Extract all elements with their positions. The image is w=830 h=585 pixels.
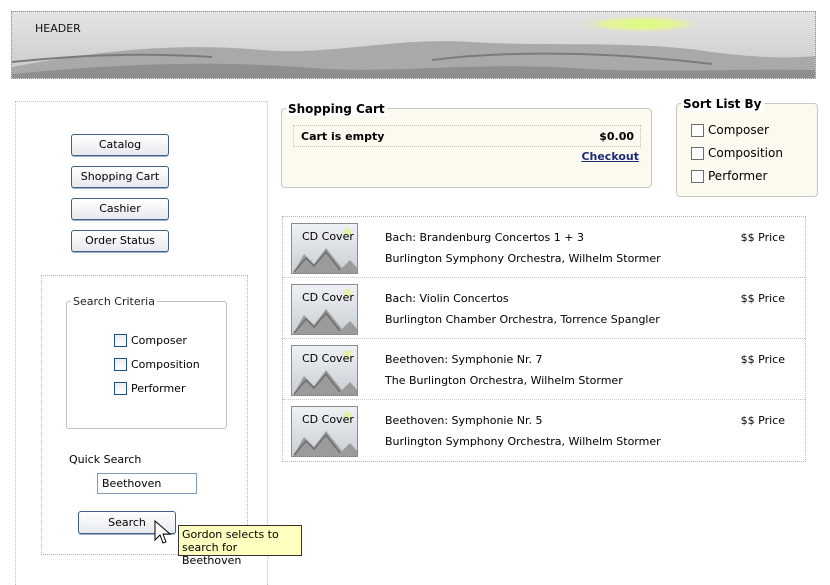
left-sidebar: Catalog Shopping Cart Cashier Order Stat… (15, 101, 268, 585)
album-price: $$ Price (740, 292, 785, 305)
criteria-composer-option[interactable]: Composer (114, 332, 187, 348)
cart-total: $0.00 (599, 130, 634, 143)
result-item[interactable]: CD Cover Bach: Violin Concertos Burlingt… (283, 278, 805, 339)
criteria-performer-option[interactable]: Performer (114, 380, 185, 396)
cd-cover-image: CD Cover (291, 284, 358, 335)
cashier-button[interactable]: Cashier (71, 198, 169, 220)
album-title: Bach: Violin Concertos (385, 292, 509, 305)
sort-composer-checkbox[interactable] (691, 123, 704, 137)
album-artist: Burlington Symphony Orchestra, Wilhelm S… (385, 435, 661, 448)
tooltip-line-1: Gordon selects to (182, 528, 279, 541)
shopping-cart-panel: Shopping Cart Cart is empty $0.00 Checko… (281, 102, 652, 188)
header-banner: HEADER (11, 11, 816, 79)
result-item[interactable]: CD Cover Beethoven: Symphonie Nr. 7 The … (283, 339, 805, 400)
sort-performer-checkbox[interactable] (691, 169, 704, 183)
sort-composition-checkbox[interactable] (691, 146, 704, 160)
album-artist: Burlington Chamber Orchestra, Torrence S… (385, 313, 660, 326)
composition-label: Composition (131, 357, 200, 371)
cd-cover-label: CD Cover (302, 352, 354, 365)
result-item[interactable]: CD Cover Bach: Brandenburg Concertos 1 +… (283, 217, 805, 278)
shopping-cart-title: Shopping Cart (286, 102, 387, 116)
sort-performer-label: Performer (708, 169, 768, 183)
cd-cover-image: CD Cover (291, 223, 358, 274)
order-status-button[interactable]: Order Status (71, 230, 169, 252)
composition-checkbox[interactable] (114, 357, 127, 371)
annotation-tooltip: Gordon selects to search for Beethoven (178, 525, 302, 567)
composer-checkbox[interactable] (114, 333, 127, 347)
sort-list-panel: Sort List By Composer Composition Perfor… (676, 97, 818, 197)
cd-cover-image: CD Cover (291, 406, 358, 457)
quick-search-input[interactable] (97, 473, 197, 494)
performer-label: Performer (131, 381, 186, 395)
performer-checkbox[interactable] (114, 381, 127, 395)
album-title: Beethoven: Symphonie Nr. 7 (385, 353, 543, 366)
album-artist: Burlington Symphony Orchestra, Wilhelm S… (385, 252, 661, 265)
search-criteria-title: Search Criteria (71, 295, 157, 308)
composer-label: Composer (131, 333, 187, 347)
sort-list-title: Sort List By (681, 97, 764, 111)
checkout-link[interactable]: Checkout (581, 150, 639, 163)
search-panel: Search Criteria Composer Composition Per… (41, 275, 248, 555)
album-title: Bach: Brandenburg Concertos 1 + 3 (385, 231, 584, 244)
album-price: $$ Price (740, 353, 785, 366)
sort-composer-label: Composer (708, 123, 769, 137)
sort-composition-option[interactable]: Composition (691, 146, 783, 160)
cd-cover-label: CD Cover (302, 230, 354, 243)
tooltip-line-2: search for Beethoven (182, 541, 242, 567)
album-price: $$ Price (740, 414, 785, 427)
results-list: CD Cover Bach: Brandenburg Concertos 1 +… (282, 216, 806, 462)
criteria-composition-option[interactable]: Composition (114, 356, 200, 372)
header-landscape-image (12, 12, 815, 78)
sort-composition-label: Composition (708, 146, 783, 160)
quick-search-label: Quick Search (69, 453, 142, 466)
album-price: $$ Price (740, 231, 785, 244)
cart-status: Cart is empty (301, 130, 385, 143)
result-item[interactable]: CD Cover Beethoven: Symphonie Nr. 5 Burl… (283, 400, 805, 461)
header-text: HEADER (35, 22, 81, 35)
cd-cover-label: CD Cover (302, 291, 354, 304)
cd-cover-image: CD Cover (291, 345, 358, 396)
album-title: Beethoven: Symphonie Nr. 5 (385, 414, 543, 427)
cd-cover-label: CD Cover (302, 413, 354, 426)
sort-composer-option[interactable]: Composer (691, 123, 769, 137)
shopping-cart-button[interactable]: Shopping Cart (71, 166, 169, 188)
search-criteria-group: Search Criteria Composer Composition Per… (66, 295, 227, 429)
mouse-pointer-icon (154, 520, 172, 544)
sort-performer-option[interactable]: Performer (691, 169, 767, 183)
album-artist: The Burlington Orchestra, Wilhelm Storme… (385, 374, 623, 387)
catalog-button[interactable]: Catalog (71, 134, 169, 156)
cart-summary-row: Cart is empty $0.00 (293, 125, 641, 147)
